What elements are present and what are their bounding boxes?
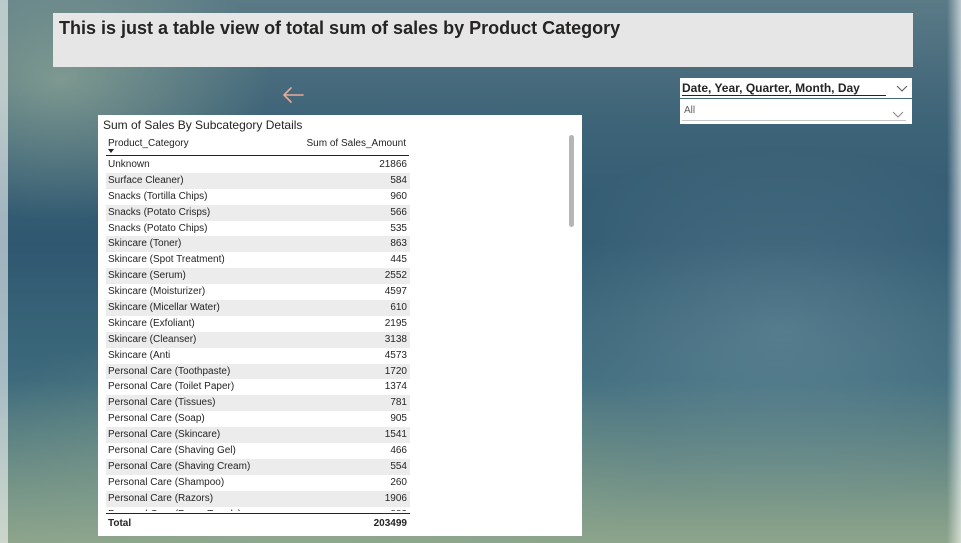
sales-amount-cell: 21866 bbox=[379, 159, 407, 170]
sales-amount-cell: 1906 bbox=[384, 492, 407, 504]
table-row[interactable]: Snacks (Potato Crisps) 566 bbox=[106, 204, 410, 221]
total-value: 203499 bbox=[373, 518, 407, 529]
sales-amount-cell: 610 bbox=[390, 302, 407, 314]
frame-edge-left bbox=[0, 0, 8, 543]
table-row[interactable]: Skincare (Exfoliant) 2195 bbox=[106, 316, 410, 332]
table-row[interactable]: Personal Care (Toilet Paper) 1374 bbox=[106, 379, 410, 395]
product-category-cell: Personal Care (Shaving Cream) bbox=[108, 460, 251, 472]
product-category-cell: Personal Care (Skincare) bbox=[108, 429, 221, 441]
sales-amount-cell: 905 bbox=[390, 413, 407, 425]
table-row[interactable]: Unknown 21866 bbox=[106, 157, 410, 173]
table-row[interactable]: Surface Cleaner) 584 bbox=[106, 172, 410, 189]
table-row[interactable]: Snacks (Potato Chips) 535 bbox=[106, 221, 410, 237]
product-category-cell: Skincare (Anti bbox=[108, 349, 171, 361]
sales-amount-cell: 1374 bbox=[384, 381, 407, 393]
slicer-dropdown-toggle[interactable] bbox=[892, 106, 904, 118]
table-row[interactable]: Personal Care (Shaving Cream) 554 bbox=[106, 458, 410, 475]
column-header-product-category[interactable]: Product_Category bbox=[108, 138, 189, 149]
sales-amount-cell: 882 bbox=[390, 509, 407, 511]
sales-amount-cell: 554 bbox=[390, 460, 407, 472]
table-row[interactable]: Skincare (Cleanser) 3138 bbox=[106, 331, 410, 348]
sales-amount-cell: 1541 bbox=[384, 429, 407, 441]
product-category-cell: Skincare (Spot Treatment) bbox=[108, 254, 225, 266]
table-body: Unknown 21866 Surface Cleaner) 584 Snacks (T… bbox=[106, 157, 410, 511]
table-row[interactable]: Skincare (Toner) 863 bbox=[106, 236, 410, 253]
sales-amount-cell: 960 bbox=[390, 190, 407, 202]
product-category-cell: Surface Cleaner) bbox=[108, 174, 184, 186]
sales-amount-cell: 4573 bbox=[384, 349, 407, 361]
date-slicer: Date, Year, Quarter, Month, Day All bbox=[680, 78, 912, 124]
sales-amount-cell: 466 bbox=[390, 445, 407, 457]
sales-amount-cell: 260 bbox=[390, 476, 407, 488]
table-header: Product_Category Sum of Sales_Amount bbox=[106, 136, 409, 156]
product-category-cell: Personal Care (Razors) bbox=[108, 492, 214, 504]
table-title: Sum of Sales By Subcategory Details bbox=[103, 118, 303, 132]
sales-amount-cell: 781 bbox=[390, 397, 407, 409]
sales-amount-cell: 535 bbox=[390, 222, 407, 234]
title-bar: This is just a table view of total sum o… bbox=[53, 13, 913, 67]
product-category-cell: Personal Care (Paper Towels) bbox=[108, 509, 241, 511]
table-row[interactable]: Skincare (Moisturizer) 4597 bbox=[106, 284, 410, 300]
table-row[interactable]: Personal Care (Tissues) 781 bbox=[106, 395, 410, 412]
table-row[interactable]: Personal Care (Shampoo) 260 bbox=[106, 475, 410, 491]
sales-amount-cell: 2195 bbox=[384, 317, 407, 329]
table-row[interactable]: Personal Care (Toothpaste) 1720 bbox=[106, 363, 410, 380]
page-title: This is just a table view of total sum o… bbox=[59, 18, 621, 38]
table-total-row: Total 203499 bbox=[106, 513, 410, 532]
table-row[interactable]: Personal Care (Shaving Gel) 466 bbox=[106, 443, 410, 459]
slicer-selected-value: All bbox=[684, 105, 696, 116]
slicer-dropdown-box[interactable]: All bbox=[682, 103, 906, 121]
product-category-cell: Skincare (Toner) bbox=[108, 238, 182, 250]
product-category-cell: Skincare (Serum) bbox=[108, 270, 186, 282]
product-category-cell: Skincare (Moisturizer) bbox=[108, 286, 206, 298]
product-category-cell: Personal Care (Shampoo) bbox=[108, 476, 225, 488]
sales-amount-cell: 566 bbox=[390, 206, 407, 218]
slicer-header: Date, Year, Quarter, Month, Day bbox=[680, 78, 912, 98]
table-row[interactable]: Personal Care (Skincare) 1541 bbox=[106, 427, 410, 444]
table-row[interactable]: Personal Care (Razors) 1906 bbox=[106, 490, 410, 507]
product-category-cell: Personal Care (Toothpaste) bbox=[108, 365, 231, 377]
sort-descending-icon[interactable] bbox=[108, 149, 114, 153]
product-category-cell: Personal Care (Shaving Gel) bbox=[108, 445, 236, 457]
table-row[interactable]: Skincare (Anti 4573 bbox=[106, 348, 410, 364]
sales-amount-cell: 3138 bbox=[384, 333, 407, 345]
table-row[interactable]: Personal Care (Paper Towels) 882 bbox=[106, 507, 410, 511]
frame-edge-right bbox=[947, 0, 961, 543]
table-row[interactable]: Skincare (Spot Treatment) 445 bbox=[106, 252, 410, 268]
product-category-cell: Skincare (Exfoliant) bbox=[108, 317, 195, 329]
sales-amount-cell: 4597 bbox=[384, 286, 407, 298]
product-category-cell: Skincare (Micellar Water) bbox=[108, 302, 220, 314]
product-category-cell: Snacks (Potato Chips) bbox=[108, 222, 208, 234]
slicer-title: Date, Year, Quarter, Month, Day bbox=[682, 81, 886, 96]
product-category-cell: Snacks (Tortilla Chips) bbox=[108, 190, 208, 202]
product-category-cell: Personal Care (Tissues) bbox=[108, 397, 216, 409]
slicer-dropdown[interactable]: All bbox=[680, 99, 912, 124]
chevron-down-icon bbox=[892, 111, 904, 118]
sales-amount-cell: 584 bbox=[390, 174, 407, 186]
back-button[interactable] bbox=[280, 85, 306, 105]
sales-amount-cell: 863 bbox=[390, 238, 407, 250]
product-category-cell: Personal Care (Toilet Paper) bbox=[108, 381, 235, 393]
table-row[interactable]: Skincare (Serum) 2552 bbox=[106, 268, 410, 285]
sales-amount-cell: 2552 bbox=[384, 270, 407, 282]
sales-table-visual: Sum of Sales By Subcategory Details Prod… bbox=[98, 115, 582, 536]
table-row[interactable]: Snacks (Tortilla Chips) 960 bbox=[106, 189, 410, 205]
table-scrollbar[interactable] bbox=[568, 135, 576, 531]
product-category-cell: Snacks (Potato Crisps) bbox=[108, 206, 211, 218]
table-row[interactable]: Skincare (Micellar Water) 610 bbox=[106, 300, 410, 316]
product-category-cell: Unknown bbox=[108, 159, 150, 170]
product-category-cell: Skincare (Cleanser) bbox=[108, 333, 197, 345]
product-category-cell: Personal Care (Soap) bbox=[108, 413, 205, 425]
slicer-collapse-button[interactable] bbox=[895, 81, 909, 93]
chevron-down-icon bbox=[896, 85, 908, 92]
total-label: Total bbox=[108, 518, 132, 529]
sales-amount-cell: 445 bbox=[390, 254, 407, 266]
table-row[interactable]: Personal Care (Soap) 905 bbox=[106, 411, 410, 427]
column-header-sum-of-sales[interactable]: Sum of Sales_Amount bbox=[307, 138, 407, 149]
sales-amount-cell: 1720 bbox=[384, 365, 407, 377]
back-arrow-icon bbox=[283, 87, 304, 103]
scrollbar-thumb[interactable] bbox=[569, 135, 574, 227]
